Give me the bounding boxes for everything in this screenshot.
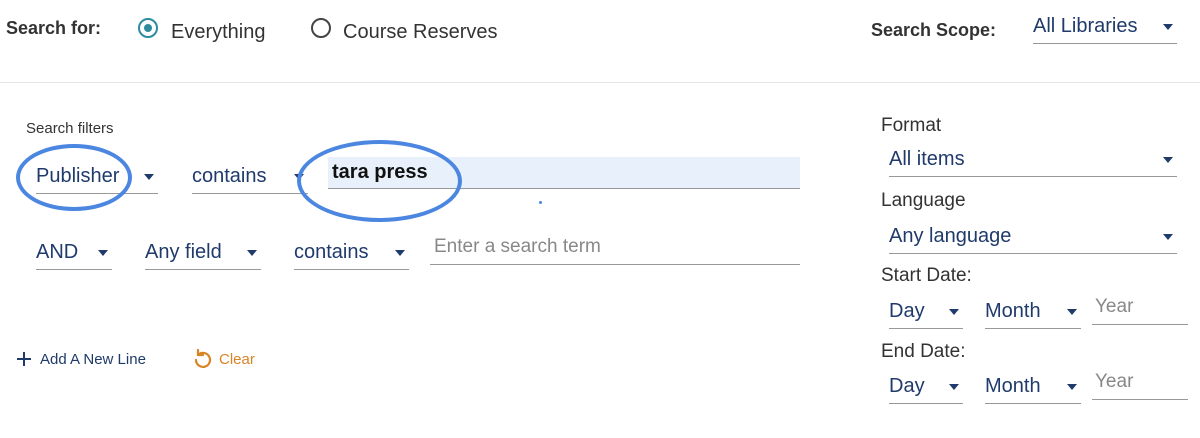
search-filters-heading: Search filters xyxy=(26,120,114,137)
row2-search-input[interactable]: Enter a search term xyxy=(430,233,800,265)
end-month-value: Month xyxy=(985,375,1041,397)
chevron-down-icon xyxy=(949,309,959,315)
search-for-label: Search for: xyxy=(6,18,102,38)
start-date-label: Start Date: xyxy=(881,265,972,286)
row2-operator-select[interactable]: contains xyxy=(294,234,409,270)
row2-operator-value: contains xyxy=(294,241,369,263)
chevron-down-icon xyxy=(144,174,154,180)
chevron-down-icon xyxy=(247,250,257,256)
clear-button[interactable]: Clear xyxy=(190,346,270,372)
undo-icon xyxy=(194,349,212,368)
chevron-down-icon xyxy=(395,250,405,256)
start-month-select[interactable]: Month xyxy=(985,293,1081,329)
end-month-select[interactable]: Month xyxy=(985,368,1081,404)
start-year-placeholder: Year xyxy=(1095,296,1134,317)
header-divider xyxy=(0,82,1200,83)
row2-boolean-select[interactable]: AND xyxy=(36,234,112,270)
chevron-down-icon xyxy=(949,384,959,390)
search-scope-label: Search Scope: xyxy=(871,20,997,40)
add-new-line-button[interactable]: Add A New Line xyxy=(14,348,184,372)
everything-label[interactable]: Everything xyxy=(171,21,266,44)
chevron-down-icon xyxy=(1067,384,1077,390)
end-year-placeholder: Year xyxy=(1095,371,1134,392)
annotation-circle xyxy=(297,140,462,222)
chevron-down-icon xyxy=(1067,309,1077,315)
start-day-value: Day xyxy=(889,300,925,322)
format-select[interactable]: All items xyxy=(889,141,1177,177)
start-year-input[interactable]: Year xyxy=(1092,293,1188,325)
end-day-value: Day xyxy=(889,375,925,397)
format-label: Format xyxy=(881,115,942,136)
row1-operator-select[interactable]: contains xyxy=(192,158,308,194)
course-reserves-label[interactable]: Course Reserves xyxy=(343,21,498,44)
row2-field-select[interactable]: Any field xyxy=(145,234,261,270)
chevron-down-icon xyxy=(98,250,108,256)
row2-search-placeholder: Enter a search term xyxy=(434,236,601,257)
course-reserves-radio[interactable] xyxy=(311,18,331,38)
row1-operator-value: contains xyxy=(192,165,267,187)
plus-icon xyxy=(17,352,31,366)
row2-field-value: Any field xyxy=(145,241,222,263)
end-year-input[interactable]: Year xyxy=(1092,368,1188,400)
language-select[interactable]: Any language xyxy=(889,218,1177,254)
loading-dot xyxy=(539,201,542,204)
start-day-select[interactable]: Day xyxy=(889,293,963,329)
chevron-down-icon xyxy=(1163,157,1173,163)
row2-boolean-value: AND xyxy=(36,241,79,263)
chevron-down-icon xyxy=(1163,24,1173,30)
add-new-line-label: Add A New Line xyxy=(40,351,146,368)
chevron-down-icon xyxy=(1163,234,1173,240)
language-value: Any language xyxy=(889,225,1012,247)
everything-radio[interactable] xyxy=(138,18,158,38)
language-label: Language xyxy=(881,190,966,211)
end-date-label: End Date: xyxy=(881,341,966,362)
annotation-circle xyxy=(16,144,132,211)
format-value: All items xyxy=(889,148,965,170)
search-scope-select[interactable]: All Libraries xyxy=(1033,8,1177,44)
search-scope-value: All Libraries xyxy=(1033,15,1138,37)
clear-label: Clear xyxy=(219,351,255,368)
end-day-select[interactable]: Day xyxy=(889,368,963,404)
start-month-value: Month xyxy=(985,300,1041,322)
